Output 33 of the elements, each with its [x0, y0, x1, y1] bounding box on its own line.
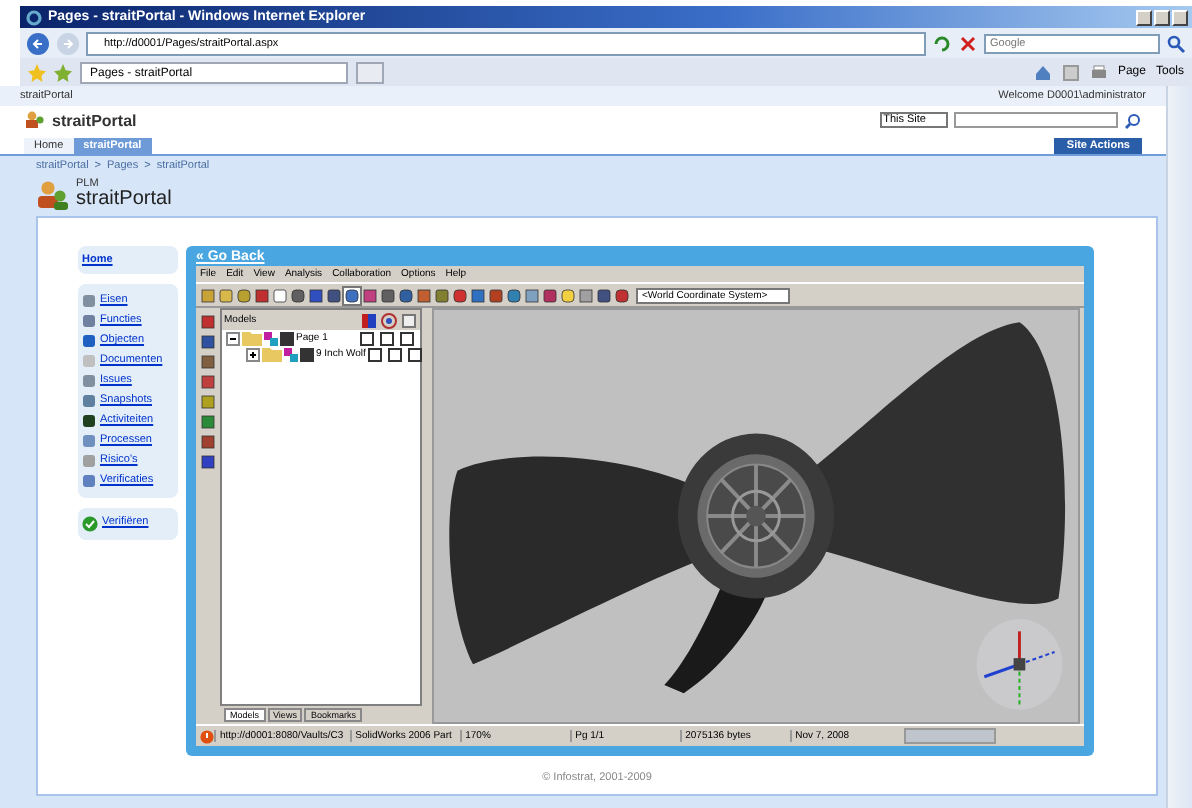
minimize-button[interactable]	[1136, 9, 1152, 25]
print-icon[interactable]	[1089, 63, 1108, 81]
maximize-button[interactable]	[1154, 9, 1170, 25]
search-field[interactable]	[954, 112, 1118, 128]
checkbox[interactable]	[300, 347, 314, 361]
warning-icon	[200, 729, 214, 743]
checkbox[interactable]	[367, 347, 382, 361]
checkbox[interactable]	[400, 331, 414, 345]
home-icon[interactable]	[1033, 63, 1052, 81]
people-icon	[24, 110, 46, 130]
checkbox[interactable]	[407, 347, 422, 361]
axis-triad-icon	[976, 619, 1063, 710]
page-title: straitPortal	[76, 190, 172, 210]
people-icon	[36, 179, 70, 209]
check-icon	[82, 516, 98, 532]
checkbox[interactable]	[360, 331, 374, 345]
search-icon[interactable]	[1124, 111, 1142, 129]
color-cube-icon[interactable]	[360, 311, 378, 329]
search-button[interactable]	[1166, 33, 1186, 53]
target-icon[interactable]	[380, 311, 398, 329]
square-icon[interactable]	[400, 311, 418, 329]
checkbox[interactable]	[280, 331, 294, 345]
refresh-button[interactable]	[932, 33, 952, 53]
checkbox[interactable]	[380, 331, 394, 345]
close-button[interactable]	[1172, 9, 1188, 25]
collapse-icon[interactable]	[226, 331, 240, 345]
stop-button[interactable]	[958, 33, 978, 53]
checkbox[interactable]	[387, 347, 402, 361]
expand-icon[interactable]	[246, 347, 260, 361]
back-button[interactable]	[26, 31, 50, 55]
site-name: straitPortal	[52, 111, 137, 129]
scrollbar[interactable]	[1166, 86, 1192, 808]
browser-logo-icon	[26, 9, 42, 25]
